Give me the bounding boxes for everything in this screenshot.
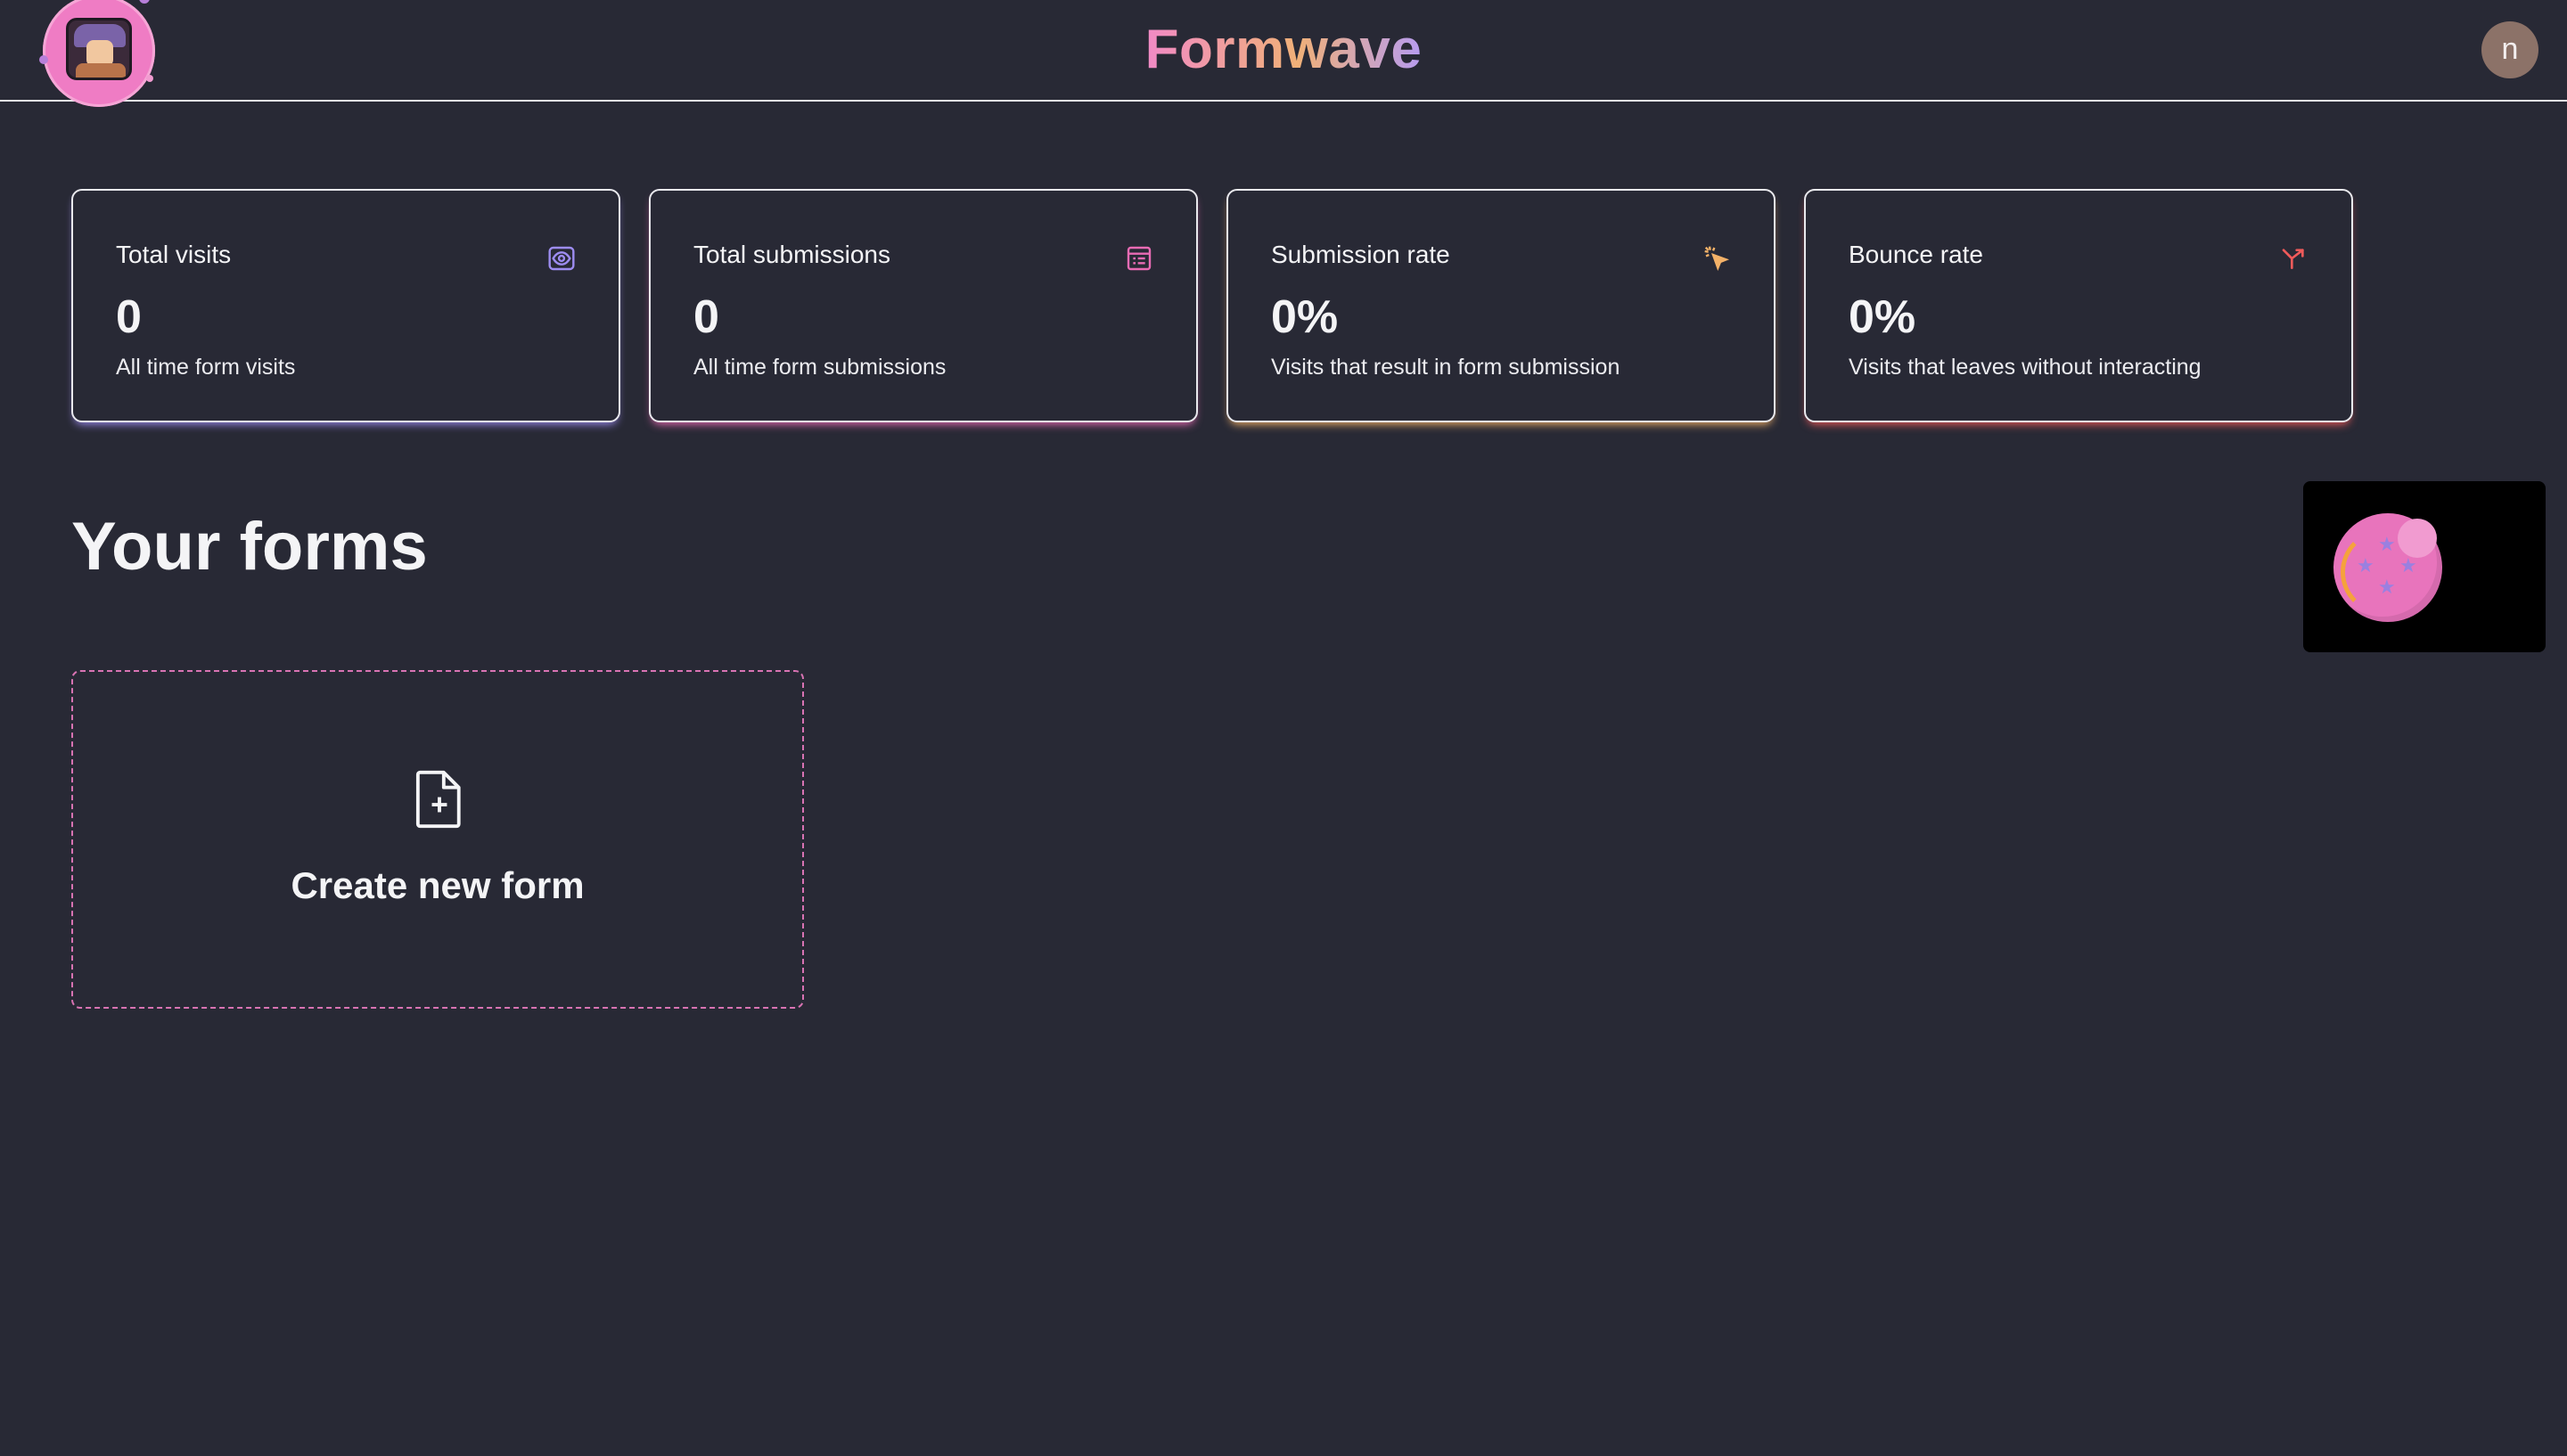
stat-description: Visits that leaves without interacting xyxy=(1849,355,2202,380)
stat-title: Total visits xyxy=(116,241,232,268)
app-brand-title: Formwave xyxy=(1144,19,1423,80)
stat-value: 0% xyxy=(1849,291,1916,343)
stat-description: All time form visits xyxy=(116,355,296,380)
file-plus-icon xyxy=(415,770,461,829)
forms-heading: Your forms xyxy=(71,509,428,585)
stat-card-total-visits: Total visits 0 All time form visits xyxy=(71,189,620,422)
stat-description: Visits that result in form submission xyxy=(1271,355,1620,380)
stat-value: 0 xyxy=(116,291,142,343)
stat-description: All time form submissions xyxy=(693,355,947,380)
stat-title: Submission rate xyxy=(1271,241,1450,268)
stat-card-submission-rate: Submission rate 0% Visits that result in… xyxy=(1226,189,1776,422)
stat-value: 0% xyxy=(1271,291,1339,343)
top-navbar: Formwave n xyxy=(0,0,2567,107)
logo-sparkle xyxy=(139,0,150,4)
form-list-icon xyxy=(1127,246,1152,271)
cursor-click-icon xyxy=(1704,246,1730,272)
eye-icon xyxy=(548,246,575,271)
user-avatar[interactable]: n xyxy=(2481,21,2538,78)
dragon-ball-icon: ★ ★ ★ ★ xyxy=(2333,513,2442,622)
stat-title: Total submissions xyxy=(693,241,890,268)
split-arrow-icon xyxy=(2282,249,2304,269)
floating-widget[interactable]: ★ ★ ★ ★ xyxy=(2303,481,2546,652)
create-new-form-button[interactable]: Create new form xyxy=(71,670,804,1009)
create-new-form-label: Create new form xyxy=(291,864,585,906)
stat-value: 0 xyxy=(693,291,719,343)
stat-card-bounce-rate: Bounce rate 0% Visits that leaves withou… xyxy=(1804,189,2353,422)
stat-card-total-submissions: Total submissions 0 All time form submis… xyxy=(649,189,1198,422)
stat-title: Bounce rate xyxy=(1849,241,1983,268)
